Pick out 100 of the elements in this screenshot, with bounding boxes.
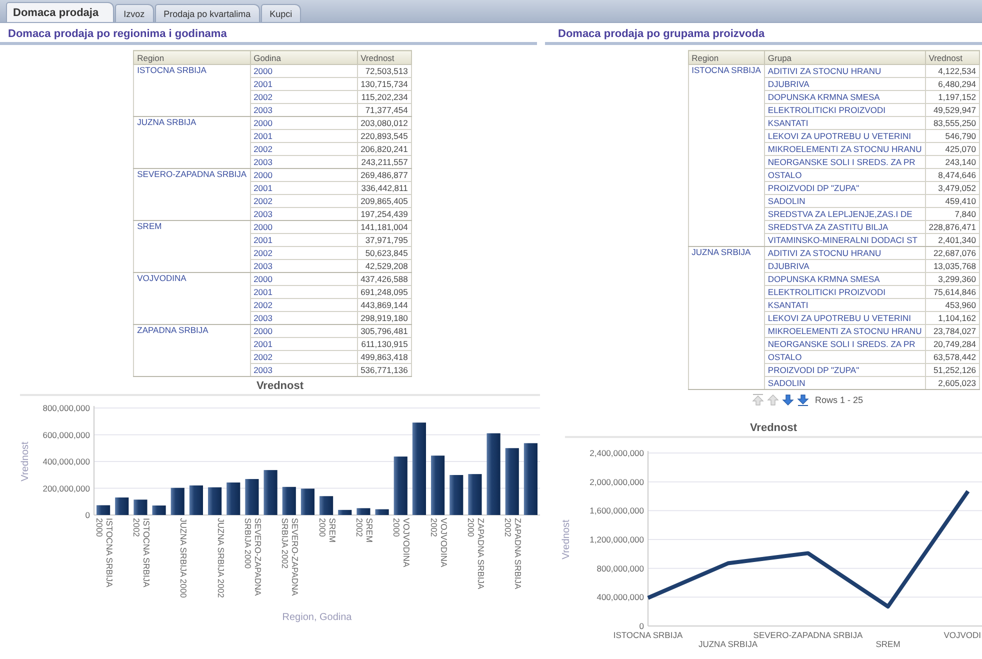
table-cell: 2000: [250, 64, 358, 78]
bar: [356, 508, 370, 515]
axis-label: SEVERO-ZAPADNA SRBIJA 2002: [280, 518, 300, 596]
table-cell: MIKROELEMENTI ZA STOCNU HRANU: [764, 324, 926, 338]
axis-label: 0: [85, 510, 90, 520]
axis-label: VOJVODINA 2000: [392, 518, 412, 568]
bar: [96, 505, 110, 515]
tab[interactable]: Kupci: [260, 4, 302, 22]
axis-label: SREM 2000: [317, 518, 338, 543]
table-cell: 243,211,557: [357, 156, 412, 168]
table-cell: 3,479,052: [925, 182, 980, 194]
bar: [152, 506, 166, 515]
table-cell: 336,442,811: [357, 182, 412, 194]
table-cell: 269,486,877: [357, 168, 412, 182]
table-cell: 63,578,442: [925, 350, 980, 364]
table-cell: 443,869,144: [357, 298, 412, 312]
table-cell: 2001: [250, 182, 358, 194]
axis-label: ISTOCNA SRBIJA: [613, 630, 683, 640]
table-cell: 499,863,418: [357, 350, 412, 364]
section-title: Domaca prodaja po grupama proizvoda: [545, 23, 982, 45]
table-cell: SADOLIN: [764, 376, 926, 390]
bar: [394, 456, 408, 515]
table-cell: 2000: [250, 168, 358, 182]
section-title: Domaca prodaja po regionima i godinama: [0, 23, 537, 45]
table-cell: 20,749,284: [925, 338, 980, 350]
table-cell: SEVERO-ZAPADNA SRBIJA: [134, 168, 250, 220]
bar: [264, 470, 278, 515]
bar: [282, 486, 296, 515]
table-cell: 611,130,915: [357, 338, 412, 350]
table-cell: 209,865,405: [357, 194, 412, 208]
bar: [300, 488, 314, 515]
bar: [468, 474, 482, 515]
bar: [226, 482, 240, 515]
table-cell: 425,070: [925, 142, 980, 156]
table-cell: 453,960: [925, 298, 980, 312]
axis-label: 400,000,000: [42, 456, 90, 466]
axis-label: 400,000,000: [596, 592, 644, 602]
axis-label: 800,000,000: [596, 563, 644, 574]
table-cell: 2003: [250, 156, 358, 168]
table-cell: 22,687,076: [925, 246, 980, 260]
column-header: Grupa: [764, 50, 926, 64]
table-cell: 546,790: [925, 130, 980, 142]
table-cell: SREDSTVA ZA ZASTITU BILJA: [764, 220, 926, 234]
bar: [170, 488, 184, 515]
axis-label: 2,400,000,000: [590, 448, 644, 458]
tab[interactable]: Domaca prodaja: [6, 2, 114, 22]
axis-label: JUZNA SRBIJA: [698, 639, 758, 649]
axis-label: SREM: [876, 639, 900, 649]
table-cell: 71,377,454: [357, 104, 412, 116]
table-cell: 49,529,947: [925, 104, 980, 116]
table-cell: 305,796,481: [357, 324, 412, 338]
table-cell: ADITIVI ZA STOCNU HRANU: [764, 246, 926, 260]
table-cell: 2001: [250, 338, 358, 350]
table-cell: NEORGANSKE SOLI I SREDS. ZA PR: [764, 156, 926, 168]
axis-label: JUZNA SRBIJA 2002: [216, 518, 226, 598]
table-cell: 7,840: [925, 208, 980, 220]
axis-label: SEVERO-ZAPADNA SRBIJA: [753, 630, 863, 640]
axis-title: Vrednost: [561, 520, 572, 560]
axis-label: SREM 2002: [354, 518, 374, 543]
bar: [115, 497, 129, 515]
column-header: Region: [688, 50, 764, 64]
table-cell: 72,503,513: [357, 64, 412, 78]
table-cell: 536,771,136: [357, 364, 412, 376]
table-cell: OSTALO: [764, 350, 926, 364]
table-cell: 203,080,012: [357, 116, 412, 130]
table-cell: 130,715,734: [357, 78, 412, 90]
table-cell: JUZNA SRBIJA: [134, 116, 250, 168]
table-cell: NEORGANSKE SOLI I SREDS. ZA PR: [764, 338, 926, 350]
table-cell: JUZNA SRBIJA: [688, 246, 764, 390]
column-header: Region: [134, 50, 250, 64]
table-cell: 2001: [250, 78, 358, 90]
axis-label: 800,000,000: [42, 403, 90, 413]
table-cell: 228,876,471: [925, 220, 980, 234]
axis-label: 200,000,000: [42, 483, 90, 494]
bar: [450, 475, 464, 515]
table-cell: 2002: [250, 90, 358, 104]
column-header: Vrednost: [925, 50, 980, 64]
chart-title: Vrednost: [20, 377, 540, 396]
axis-label: ZAPADNA SRBIJA 2000: [466, 518, 486, 590]
table-cell: 1,104,162: [925, 312, 980, 324]
axis-label: ISTOCNA SRBIJA 2002: [131, 518, 152, 588]
arrow-down-icon[interactable]: [796, 394, 809, 406]
tab[interactable]: Prodaja po kvartalima: [154, 4, 260, 22]
table-cell: SREDSTVA ZA LEPLJENJE,ZAS.I DE: [764, 208, 926, 220]
table-cell: 13,035,768: [925, 260, 980, 272]
axis-label: 2,000,000,000: [590, 476, 644, 487]
table-cell: 2002: [250, 194, 358, 208]
axis-label: 600,000,000: [42, 430, 90, 440]
table-cell: 8,474,646: [925, 168, 980, 182]
table-cell: 2003: [250, 104, 358, 116]
bar: [524, 443, 538, 515]
table-cell: VOJVODINA: [134, 272, 250, 324]
tab[interactable]: Izvoz: [114, 4, 154, 22]
table-cell: KSANTATI: [764, 298, 926, 312]
table-cell: 2001: [250, 234, 358, 246]
table-cell: 2003: [250, 364, 358, 376]
axis-label: SEVERO-ZAPADNA SRBIJA 2000: [242, 518, 263, 596]
table-cell: 2003: [250, 208, 358, 220]
arrow-down-icon[interactable]: [782, 394, 794, 406]
table-cell: 37,971,795: [357, 234, 412, 246]
